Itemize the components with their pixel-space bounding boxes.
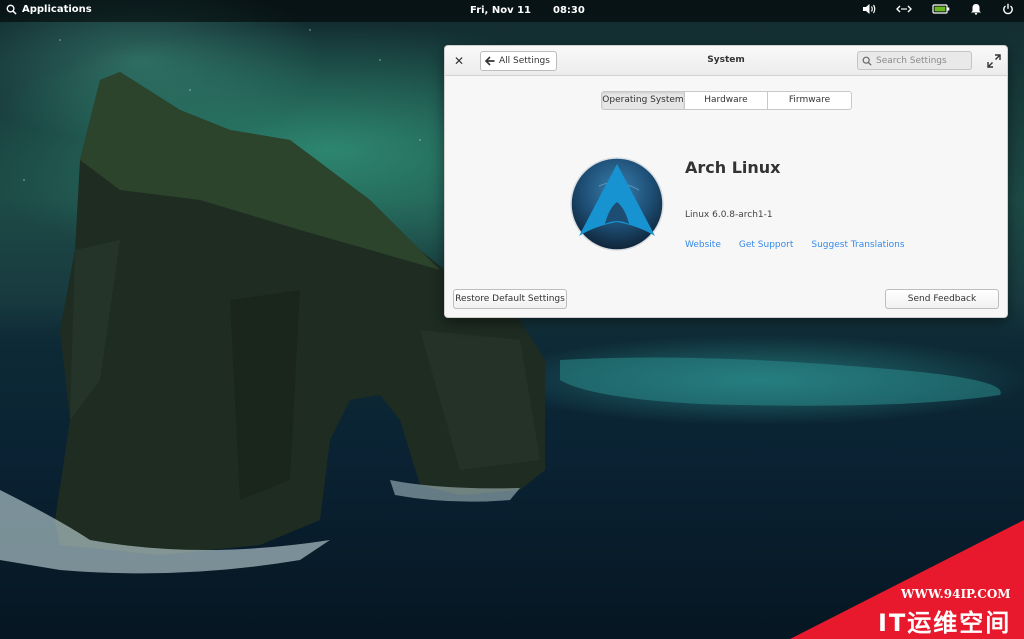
system-indicators [862, 3, 1014, 15]
view-switcher: Operating System Hardware Firmware [601, 91, 852, 110]
date-label: Fri, Nov 11 [470, 5, 531, 16]
window-titlebar[interactable]: ✕ All Settings System [445, 46, 1007, 76]
kernel-version: Linux 6.0.8-arch1-1 [685, 210, 773, 220]
datetime-indicator[interactable]: Fri, Nov 11 08:30 [470, 5, 585, 16]
get-support-link[interactable]: Get Support [739, 240, 793, 250]
website-link[interactable]: Website [685, 240, 721, 250]
tab-firmware[interactable]: Firmware [768, 92, 851, 109]
os-links: Website Get Support Suggest Translations [685, 240, 905, 250]
search-input[interactable] [876, 55, 966, 66]
search-icon [6, 4, 17, 15]
notification-bell-icon[interactable] [970, 3, 982, 15]
system-settings-window: ✕ All Settings System Operating System H… [444, 45, 1008, 318]
search-icon [862, 56, 872, 66]
applications-menu[interactable]: Applications [6, 4, 92, 15]
time-label: 08:30 [553, 5, 585, 16]
power-icon[interactable] [1002, 3, 1014, 15]
os-name: Arch Linux [685, 158, 781, 177]
top-panel: Applications Fri, Nov 11 08:30 [0, 0, 1024, 22]
suggest-translations-link[interactable]: Suggest Translations [811, 240, 904, 250]
send-feedback-button[interactable]: Send Feedback [885, 289, 999, 309]
tab-hardware[interactable]: Hardware [685, 92, 768, 109]
arch-linux-logo [570, 157, 664, 251]
applications-label: Applications [22, 4, 92, 15]
network-icon[interactable] [896, 3, 912, 15]
volume-icon[interactable] [862, 3, 876, 15]
battery-icon[interactable] [932, 3, 950, 15]
restore-default-settings-button[interactable]: Restore Default Settings [453, 289, 567, 309]
tab-operating-system[interactable]: Operating System [602, 92, 685, 109]
search-field[interactable] [857, 51, 972, 70]
maximize-icon[interactable] [987, 54, 1001, 68]
